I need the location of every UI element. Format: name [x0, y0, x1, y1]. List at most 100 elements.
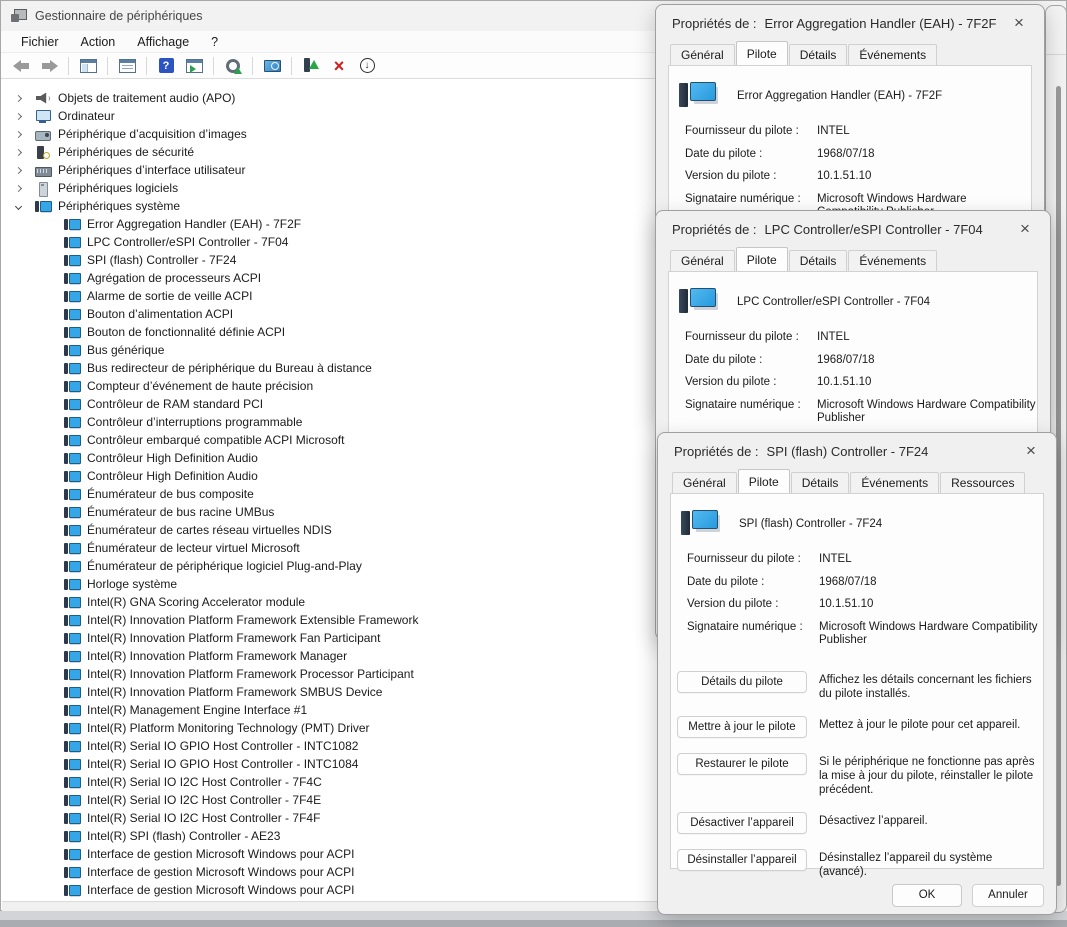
details-du-pilote-button[interactable]: Détails du pilote — [677, 671, 807, 693]
system-device-icon — [64, 470, 80, 483]
toolbar-button-console-tree[interactable] — [76, 55, 100, 77]
menu-item-?[interactable]: ? — [201, 33, 228, 51]
system-device-icon — [64, 560, 80, 573]
desactiver-l-appareil-button[interactable]: Désactiver l’appareil — [677, 812, 807, 834]
system-device-icon — [64, 614, 80, 627]
tree-item-label: Error Aggregation Handler (EAH) - 7F2F — [87, 217, 301, 231]
properties-dialog-spi: Propriétés de :SPI (flash) Controller - … — [657, 432, 1057, 915]
chevron-right-icon[interactable] — [10, 180, 26, 196]
tree-item-label: Énumérateur de bus racine UMBus — [87, 505, 274, 519]
toolbar-button-forward[interactable] — [37, 55, 61, 77]
toolbar-button-back[interactable] — [9, 55, 33, 77]
driver-action-row: Détails du pilote Affichez les détails co… — [677, 671, 1043, 701]
tree-item-label: Intel(R) Serial IO I2C Host Controller -… — [87, 793, 321, 807]
driver-action-row: Désinstaller l’appareilDésinstallez l’ap… — [677, 849, 1043, 879]
tree-item-label: Intel(R) Innovation Platform Framework E… — [87, 613, 418, 627]
chevron-right-icon[interactable] — [10, 90, 26, 106]
toolbar-button-uninstall-device[interactable]: × — [327, 55, 351, 77]
system-device-icon — [64, 344, 80, 357]
toolbar-separator — [252, 57, 253, 75]
device-icon — [679, 82, 715, 109]
field-value: 1968/07/18 — [817, 148, 1031, 162]
field-label: Signataire numérique : — [687, 621, 819, 648]
toolbar-button-remote-desktop[interactable] — [260, 55, 284, 77]
menu-item-fichier[interactable]: Fichier — [11, 33, 69, 51]
tab-general[interactable]: Général — [670, 44, 735, 65]
driver-field-row: Date du pilote :1968/07/18 — [685, 148, 1031, 162]
tab-details[interactable]: Détails — [791, 472, 850, 493]
system-device-icon — [64, 218, 80, 231]
system-device-icon — [64, 290, 80, 303]
field-value: INTEL — [819, 553, 1043, 567]
toolbar-button-scan-hardware[interactable] — [221, 55, 245, 77]
tree-item-label: Intel(R) Innovation Platform Framework F… — [87, 631, 380, 645]
tab-pilote[interactable]: Pilote — [736, 247, 788, 271]
chevron-down-icon[interactable] — [10, 198, 26, 214]
desinstaller-l-appareil-button[interactable]: Désinstaller l’appareil — [677, 849, 807, 871]
chevron-right-icon[interactable] — [10, 126, 26, 142]
system-device-icon — [64, 254, 80, 267]
driver-fields: Fournisseur du pilote :INTELDate du pilo… — [669, 115, 1031, 220]
driver-field-row: Version du pilote :10.1.51.10 — [685, 170, 1031, 184]
driver-field-row: Version du pilote :10.1.51.10 — [687, 598, 1043, 612]
tab-pilote[interactable]: Pilote — [736, 41, 788, 65]
close-icon[interactable]: × — [1014, 219, 1036, 239]
tab-strip: GénéralPiloteDétailsÉvénements — [656, 247, 1050, 271]
system-device-icon — [64, 416, 80, 429]
tab-pilote[interactable]: Pilote — [738, 469, 790, 493]
tab-details[interactable]: Détails — [789, 44, 848, 65]
ok-button[interactable]: OK — [892, 884, 962, 907]
system-device-icon — [64, 272, 80, 285]
tree-item-label: Ordinateur — [58, 109, 115, 123]
driver-field-row: Date du pilote :1968/07/18 — [687, 576, 1043, 590]
driver-action-row: Mettre à jour le piloteMettez à jour le … — [677, 716, 1043, 738]
menu-item-action[interactable]: Action — [71, 33, 126, 51]
tree-item-label: Compteur d’événement de haute précision — [87, 379, 313, 393]
system-device-icon — [64, 596, 80, 609]
toolbar-button-export-list[interactable] — [182, 55, 206, 77]
tab-evenements[interactable]: Événements — [850, 472, 939, 493]
tab-general[interactable]: Général — [672, 472, 737, 493]
tree-item-label: Intel(R) Management Engine Interface #1 — [87, 703, 307, 717]
tab-evenements[interactable]: Événements — [848, 44, 937, 65]
tree-item-label: Intel(R) Serial IO I2C Host Controller -… — [87, 811, 320, 825]
chevron-right-icon[interactable] — [10, 144, 26, 160]
driver-actions: Détails du pilote Affichez les détails co… — [671, 657, 1043, 879]
dialog-titlebar: Propriétés de :LPC Controller/eSPI Contr… — [656, 211, 1050, 247]
toolbar-button-properties[interactable] — [115, 55, 139, 77]
toolbar-button-disable-device[interactable]: ↓ — [355, 55, 379, 77]
field-value: INTEL — [817, 125, 1031, 139]
chevron-right-icon[interactable] — [10, 108, 26, 124]
tab-evenements[interactable]: Événements — [848, 250, 937, 271]
menu-item-affichage[interactable]: Affichage — [127, 33, 199, 51]
tab-details[interactable]: Détails — [789, 250, 848, 271]
device-name: Error Aggregation Handler (EAH) - 7F2F — [737, 90, 942, 102]
tree-item-label: Contrôleur d’interruptions programmable — [87, 415, 302, 429]
tab-general[interactable]: Général — [670, 250, 735, 271]
cancel-button[interactable]: Annuler — [972, 884, 1044, 907]
toolbar-button-update-driver[interactable] — [299, 55, 323, 77]
system-device-icon — [64, 632, 80, 645]
toolbar-button-help[interactable]: ? — [154, 55, 178, 77]
restaurer-le-pilote-button[interactable]: Restaurer le pilote — [677, 753, 807, 775]
mettre-a-jour-le-pilote-button[interactable]: Mettre à jour le pilote — [677, 716, 807, 738]
tree-item-label: LPC Controller/eSPI Controller - 7F04 — [87, 235, 288, 249]
action-description: Affichez les détails concernant les fich… — [819, 671, 1043, 701]
field-label: Date du pilote : — [685, 354, 817, 368]
system-device-icon — [64, 380, 80, 393]
tree-item-label: Périphériques de sécurité — [58, 145, 194, 159]
driver-fields: Fournisseur du pilote :INTELDate du pilo… — [669, 321, 1037, 426]
tab-ressources[interactable]: Ressources — [940, 472, 1025, 493]
chevron-right-icon[interactable] — [10, 162, 26, 178]
close-icon[interactable]: × — [1020, 441, 1042, 461]
toolbar-separator — [146, 57, 147, 75]
field-label: Version du pilote : — [685, 170, 817, 184]
system-device-icon — [64, 236, 80, 249]
system-device-icon — [64, 776, 80, 789]
dialog-titlebar: Propriétés de :Error Aggregation Handler… — [656, 5, 1044, 41]
background-dialog-separator — [1046, 54, 1066, 55]
field-value: 10.1.51.10 — [817, 376, 1037, 390]
tree-item-label: Interface de gestion Microsoft Windows p… — [87, 847, 354, 861]
close-icon[interactable]: × — [1008, 13, 1030, 33]
tree-item-label: Interface de gestion Microsoft Windows p… — [87, 883, 354, 897]
